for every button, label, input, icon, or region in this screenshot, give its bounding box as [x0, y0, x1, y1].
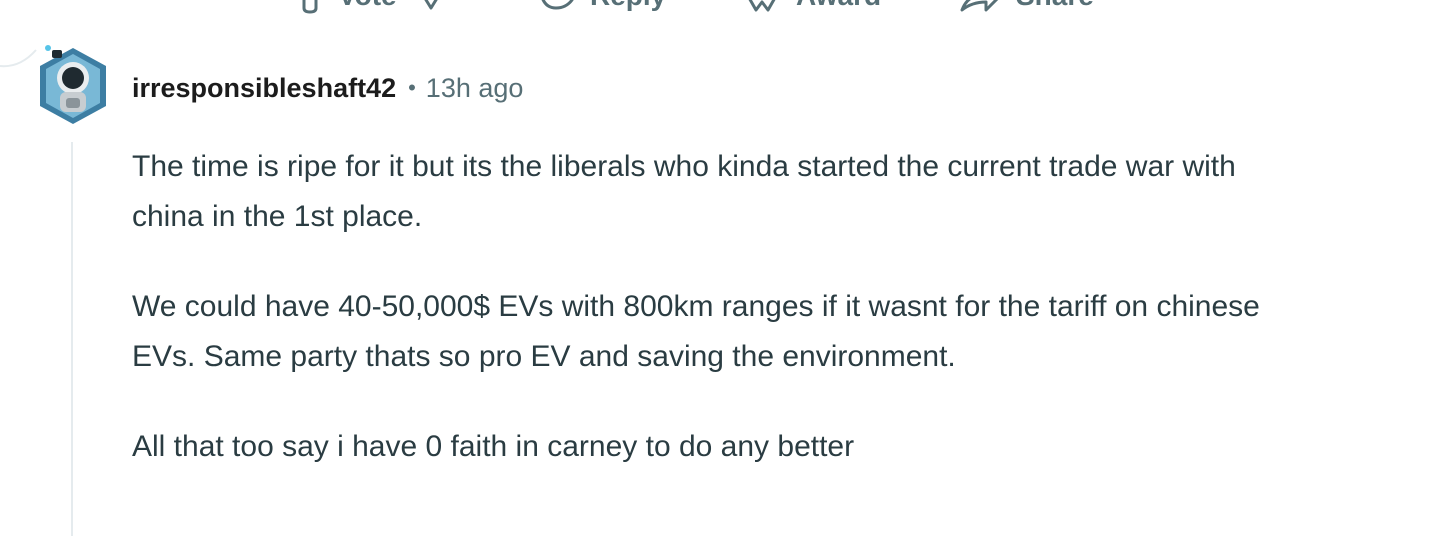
share-button[interactable]: Share: [958, 0, 1094, 14]
username-link[interactable]: irresponsibleshaft42: [132, 73, 396, 104]
thread-line[interactable]: [71, 142, 73, 536]
award-icon: [748, 0, 776, 12]
award-label: Award: [796, 0, 881, 12]
comment-timestamp[interactable]: 13h ago: [426, 73, 524, 104]
comment-paragraph: We could have 40-50,000$ EVs with 800km …: [132, 290, 1260, 373]
vote-label: Vote: [338, 0, 397, 12]
reply-button[interactable]: Reply: [536, 0, 666, 14]
meta-separator: •: [408, 75, 416, 100]
comment-body: The time is ripe for it but its the libe…: [132, 142, 1282, 512]
comment-header: irresponsibleshaft42 • 13h ago: [132, 68, 523, 108]
comment-paragraph: All that too say i have 0 faith in carne…: [132, 430, 855, 463]
comment-bubble-icon: [541, 0, 574, 10]
comment-view: Vote Reply Award Share: [0, 0, 1440, 536]
downvote-icon[interactable]: [411, 0, 451, 14]
upvote-icon[interactable]: [296, 0, 324, 14]
share-icon: [960, 0, 999, 12]
reply-label: Reply: [590, 0, 666, 12]
vote-button[interactable]: Vote: [296, 0, 451, 14]
award-button[interactable]: Award: [742, 0, 881, 14]
comment-paragraph: The time is ripe for it but its the libe…: [132, 150, 1236, 233]
share-label: Share: [1016, 0, 1094, 12]
post-action-bar: Vote Reply Award Share: [0, 0, 1440, 14]
avatar[interactable]: [36, 44, 110, 128]
